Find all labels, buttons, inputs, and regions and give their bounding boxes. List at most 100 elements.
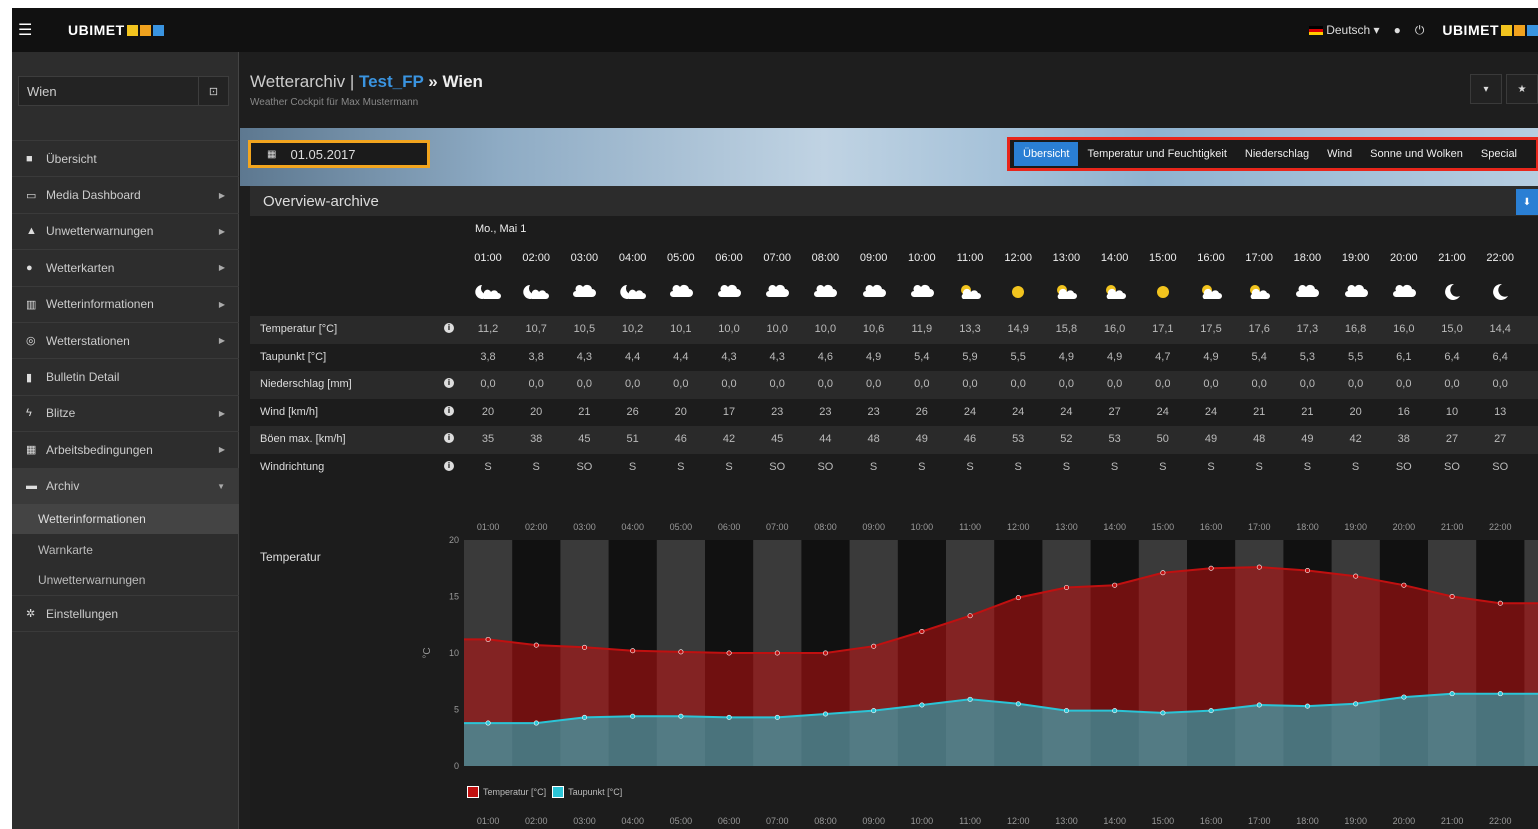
sidebar-item-einstellungen[interactable]: ✲ Einstellungen <box>12 595 239 632</box>
sidebar-item-media-dashboard[interactable]: ▭ Media Dashboard ▶ <box>12 176 239 212</box>
tab-temperatur-und-feuchtigkeit[interactable]: Temperatur und Feuchtigkeit <box>1078 142 1235 166</box>
table-cell: 20 <box>481 405 495 418</box>
day-header: Mo., Mai 1 <box>475 223 527 235</box>
legend-swatch <box>552 786 565 798</box>
table-cell: 0,0 <box>817 378 834 391</box>
chevron-right-icon: ▶ <box>218 445 225 455</box>
location-search-input[interactable]: Wien ⊡ <box>18 76 229 106</box>
data-point <box>1112 708 1118 714</box>
hour-label: 12:00 <box>1004 252 1032 264</box>
info-icon[interactable]: i <box>444 378 454 389</box>
table-cell: 0,0 <box>962 378 978 391</box>
data-point <box>1401 582 1407 588</box>
star-icon[interactable]: ★ <box>1506 74 1538 104</box>
sun-cloud-icon <box>1250 285 1271 299</box>
power-icon[interactable]: ⏻ <box>1415 23 1425 38</box>
sidebar-item-wetterinformationen[interactable]: ▥ Wetterinformationen ▶ <box>12 285 239 322</box>
data-point <box>533 642 539 648</box>
row-label: Temperatur [°C] <box>260 323 338 335</box>
sidebar-item-bulletin-detail[interactable]: ▮ Bulletin Detail <box>12 358 239 394</box>
sidebar-item-label: Übersicht <box>46 151 97 166</box>
cloud-icon <box>1392 284 1416 297</box>
title-prefix: Wetterarchiv | <box>250 72 359 91</box>
row-label: Windrichtung <box>260 461 325 473</box>
title-project[interactable]: Test_FP <box>359 72 424 91</box>
data-point <box>1208 708 1214 714</box>
user-icon[interactable]: ● <box>1394 23 1401 37</box>
hour-label: 20:00 <box>1390 252 1418 264</box>
sidebar-item-arbeitsbedingungen[interactable]: ▦ Arbeitsbedingungen ▶ <box>12 431 239 467</box>
tab-sonne-und-wolken[interactable]: Sonne und Wolken <box>1361 142 1472 166</box>
hamburger-icon[interactable]: ☰ <box>18 20 38 40</box>
table-cell: 23 <box>771 405 784 418</box>
table-cell: S <box>1014 461 1022 473</box>
tab-special[interactable]: Special <box>1472 142 1526 166</box>
tab-übersicht[interactable]: Übersicht <box>1014 142 1079 166</box>
data-point <box>1256 702 1262 708</box>
sidebar-item-wetterstationen[interactable]: ◎ Wetterstationen ▶ <box>12 321 239 358</box>
info-icon[interactable]: i <box>444 461 454 471</box>
brand-logo[interactable]: UBIMET <box>68 22 164 38</box>
legend-label[interactable]: Taupunkt [°C] <box>568 787 622 797</box>
download-icon[interactable]: ⬇ <box>1516 189 1538 215</box>
language-selector[interactable]: Deutsch ▾ <box>1309 23 1380 37</box>
table-cell: 53 <box>1012 433 1025 446</box>
table-cell: 0,0 <box>1444 378 1460 391</box>
sidebar-item-blitze[interactable]: ϟ Blitze ▶ <box>12 394 239 431</box>
table-cell: 48 <box>1253 433 1266 446</box>
chart-x-tick-bottom: 16:00 <box>1200 816 1223 826</box>
legend-label[interactable]: Temperatur [°C] <box>483 787 546 797</box>
data-point <box>630 648 636 654</box>
sidebar-subitem[interactable]: Wetterinformationen <box>12 503 239 535</box>
sidebar-item-unwetterwarnungen[interactable]: ▲ Unwetterwarnungen ▶ <box>12 212 239 249</box>
chart-x-tick-top: 01:00 <box>477 522 500 532</box>
table-cell: 26 <box>626 405 639 418</box>
table-cell: S <box>869 461 878 473</box>
table-cell: 4,7 <box>1155 350 1171 363</box>
bar-chart-icon: ▥ <box>26 298 37 311</box>
sidebar-item-wetterkarten[interactable]: ● Wetterkarten ▶ <box>12 249 239 285</box>
search-submit-icon[interactable]: ⊡ <box>198 77 228 105</box>
info-icon[interactable]: i <box>444 433 454 444</box>
data-point <box>533 720 539 726</box>
cloud-icon <box>718 284 741 297</box>
chart-label: Temperatur <box>260 550 321 564</box>
tab-niederschlag[interactable]: Niederschlag <box>1236 142 1318 166</box>
table-cell: 5,4 <box>1251 350 1267 363</box>
table-cell: 23 <box>819 405 832 418</box>
table-cell: S <box>1351 461 1360 473</box>
table-cell: S <box>1303 461 1312 473</box>
cloud-icon <box>1344 284 1368 297</box>
warning-icon: ▲ <box>26 225 37 238</box>
info-icon[interactable]: i <box>444 323 454 333</box>
sidebar-item-archiv[interactable]: ▬ Archiv ▼ <box>12 467 239 504</box>
chart-x-tick-bottom: 08:00 <box>814 816 837 826</box>
table-cell: S <box>966 461 974 473</box>
table-cell: 4,9 <box>865 350 882 363</box>
info-icon[interactable]: i <box>444 405 454 416</box>
sidebar-item-label: Archiv <box>46 479 80 494</box>
table-cell: 42 <box>1349 433 1362 446</box>
table-cell: 24 <box>1204 405 1218 418</box>
sidebar-subitem[interactable]: Unwetterwarnungen <box>12 565 239 596</box>
sidebar-subitem[interactable]: Warnkarte <box>12 534 239 565</box>
hour-label: 04:00 <box>618 252 647 264</box>
chart-x-tick-bottom: 22:00 <box>1489 816 1512 826</box>
brand-logo-right: UBIMET <box>1442 22 1538 38</box>
brand-square <box>1527 24 1538 36</box>
table-cell: 0,0 <box>914 378 930 391</box>
table-row: Taupunkt [°C] 3,8 3,8 4,3 4,4 4,4 4,3 4,3 4,6 4,9… <box>250 344 1538 372</box>
chart-x-tick-top: 17:00 <box>1248 522 1271 532</box>
table-cell: 13 <box>1494 405 1507 418</box>
tab-wind[interactable]: Wind <box>1318 142 1361 166</box>
view-tabs: Übersicht Temperatur und Feuchtigkeit Nied… <box>1007 137 1538 171</box>
table-cell: 10,7 <box>525 323 547 335</box>
table-cell: 4,3 <box>576 350 593 363</box>
data-point <box>1304 568 1310 574</box>
table-cell: 5,5 <box>1347 350 1364 363</box>
data-point <box>919 702 925 708</box>
date-picker[interactable]: ▦ 01.05.2017 <box>248 140 430 168</box>
table-cell: 5,4 <box>914 350 930 363</box>
sidebar-item-übersicht[interactable]: ■ Übersicht <box>12 140 239 176</box>
dropdown-caret-icon[interactable]: ▾ <box>1470 74 1502 104</box>
